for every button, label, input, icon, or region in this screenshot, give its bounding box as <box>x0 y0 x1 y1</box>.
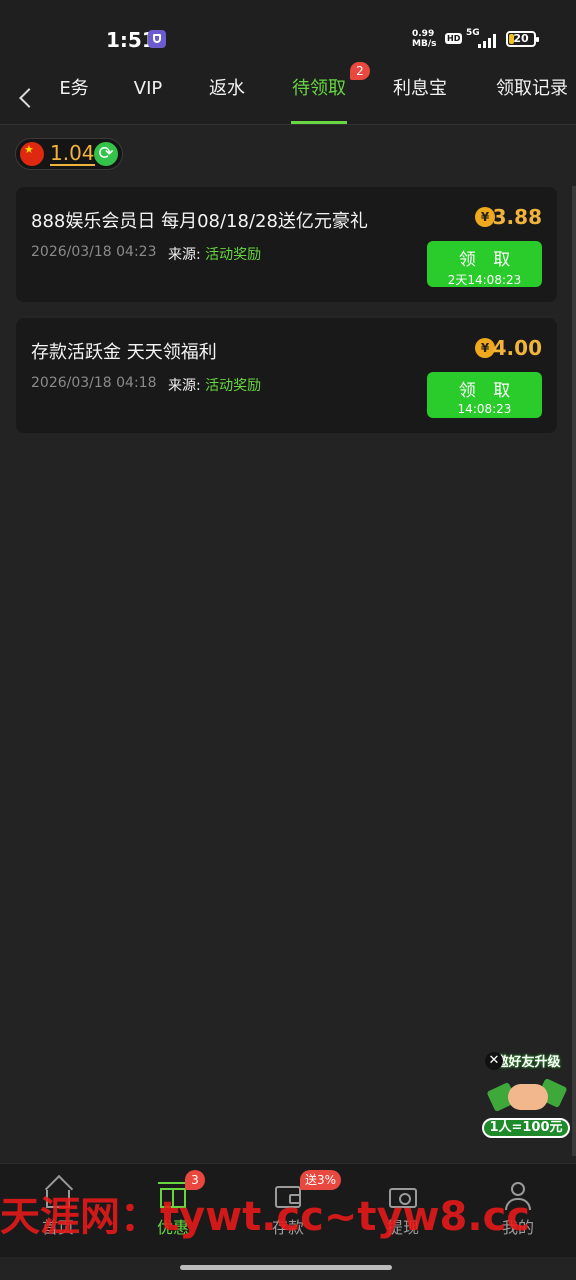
tab-rebate[interactable]: 返水 <box>208 70 246 124</box>
claim-countdown: 14:08:23 <box>457 402 512 416</box>
claim-button-label: 领 取 <box>458 381 517 401</box>
tab-pending-label: 待领取 <box>292 78 346 99</box>
tab-interest[interactable]: 利息宝 <box>392 70 448 124</box>
invite-friends-promo[interactable]: 邀好友升级 ✕ 1人=100元 <box>482 1048 572 1140</box>
claim-button[interactable]: 领 取 2天14:08:23 <box>427 241 542 287</box>
reward-source-value: 活动奖励 <box>205 378 262 394</box>
reward-title: 888娱乐会员日 每月08/18/28送亿元豪礼 <box>31 211 368 232</box>
scrollbar[interactable] <box>572 186 576 1156</box>
net-speed-value: 0.99 <box>412 29 435 39</box>
nav-profile[interactable]: 我的 <box>473 1180 563 1238</box>
top-tab-bar: E务 VIP 返水 待领取 2 利息宝 领取记录 <box>0 62 576 125</box>
vpn-shield-icon <box>148 30 166 48</box>
refresh-icon[interactable]: ⟳ <box>94 142 118 166</box>
status-bar: 1:51 0.99 MB/s HD 5G 20 <box>0 0 576 70</box>
net-speed: 0.99 MB/s <box>412 29 436 49</box>
tab-claim-history[interactable]: 领取记录 <box>494 70 570 124</box>
balance-pill: 1.04 ⟳ <box>15 138 123 170</box>
nav-profile-label: 我的 <box>501 1218 534 1237</box>
reward-card: 存款活跃金 天天领福利 2026/03/18 04:18 来源: 活动奖励 ¥ … <box>16 318 557 433</box>
reward-source-value: 活动奖励 <box>205 247 262 263</box>
battery-level: 20 <box>513 32 529 45</box>
nav-promotions[interactable]: 优惠 <box>128 1180 218 1238</box>
gesture-bar <box>180 1265 392 1270</box>
reward-date: 2026/03/18 04:23 <box>31 244 157 260</box>
china-flag-icon <box>20 142 44 166</box>
nav-withdraw-label: 提现 <box>386 1218 419 1237</box>
close-icon[interactable]: ✕ <box>485 1052 503 1070</box>
tab-pending-badge: 2 <box>350 62 370 80</box>
bottom-nav: 首页 优惠 3 存款 送3% 提现 我的 <box>0 1163 576 1257</box>
withdraw-icon <box>387 1180 419 1210</box>
tab-task[interactable]: E务 <box>58 70 90 124</box>
signal-strength-icon <box>478 34 500 48</box>
reward-source: 来源: 活动奖励 <box>168 375 261 395</box>
reward-card: 888娱乐会员日 每月08/18/28送亿元豪礼 2026/03/18 04:2… <box>16 187 557 302</box>
handshake-icon <box>486 1070 568 1118</box>
nav-home[interactable]: 首页 <box>13 1180 103 1238</box>
hd-badge: HD <box>445 33 463 44</box>
claim-button-label: 领 取 <box>458 250 517 270</box>
claim-countdown: 2天14:08:23 <box>447 273 522 287</box>
reward-source-label: 来源: <box>168 247 201 263</box>
promo-reward: 1人=100元 <box>482 1118 570 1138</box>
reward-source: 来源: 活动奖励 <box>168 244 261 264</box>
tab-vip[interactable]: VIP <box>130 70 166 124</box>
battery-icon: 20 <box>506 31 539 47</box>
nav-deposit-label: 存款 <box>271 1218 304 1237</box>
reward-amount: 4.00 <box>492 336 542 360</box>
back-arrow-icon[interactable] <box>14 80 38 114</box>
reward-title: 存款活跃金 天天领福利 <box>31 342 217 363</box>
nav-home-label: 首页 <box>41 1218 74 1237</box>
home-icon <box>42 1180 74 1210</box>
reward-date: 2026/03/18 04:18 <box>31 375 157 391</box>
nav-promotions-badge: 3 <box>185 1170 205 1190</box>
balance-value: 1.04 <box>50 141 95 166</box>
nav-withdraw[interactable]: 提现 <box>358 1180 448 1238</box>
reward-source-label: 来源: <box>168 378 201 394</box>
net-speed-unit: MB/s <box>412 39 437 49</box>
user-icon <box>502 1180 534 1210</box>
nav-deposit-badge: 送3% <box>300 1170 342 1190</box>
tab-pending[interactable]: 待领取 <box>291 70 347 124</box>
nav-promotions-label: 优惠 <box>156 1218 189 1237</box>
claim-button[interactable]: 领 取 14:08:23 <box>427 372 542 418</box>
reward-amount: 3.88 <box>492 205 542 229</box>
